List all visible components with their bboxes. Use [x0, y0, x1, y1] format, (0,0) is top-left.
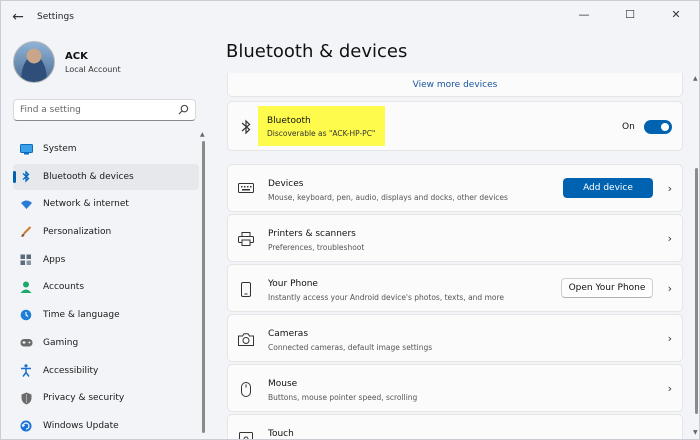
printers-scanners-row[interactable]: Printers & scanners Preferences, trouble… [227, 214, 683, 262]
row-subtitle: Instantly access your Android device's p… [268, 293, 504, 302]
bluetooth-toggle[interactable] [644, 120, 672, 134]
monitor-icon [19, 142, 33, 156]
bluetooth-title: Bluetooth [267, 116, 311, 126]
update-icon [19, 419, 33, 433]
person-icon [19, 280, 33, 294]
devices-row[interactable]: Devices Mouse, keyboard, pen, audio, dis… [227, 164, 683, 212]
close-icon[interactable]: ✕ [653, 1, 699, 27]
main-scroll-up-icon[interactable]: ▲ [693, 75, 698, 82]
row-title: Your Phone [268, 279, 318, 289]
row-subtitle: Mouse, keyboard, pen, audio, displays an… [268, 193, 508, 202]
minimize-icon[interactable]: — [561, 1, 607, 27]
search-input[interactable] [20, 105, 177, 115]
maximize-icon[interactable]: ☐ [607, 1, 653, 27]
row-title: Printers & scanners [268, 229, 356, 239]
row-subtitle: Buttons, mouse pointer speed, scrolling [268, 393, 418, 402]
back-arrow-icon[interactable]: ← [3, 1, 33, 33]
main-content: Bluetooth & devices View more devices Bl… [211, 33, 699, 439]
touch-row[interactable]: Touch [227, 414, 683, 439]
chevron-right-icon: › [667, 282, 672, 295]
title-bar: ← Settings — ☐ ✕ [1, 1, 699, 33]
window-controls: — ☐ ✕ [561, 1, 699, 27]
your-phone-row[interactable]: Your Phone Instantly access your Android… [227, 264, 683, 312]
sidebar-item-time-language[interactable]: Time & language [13, 302, 199, 328]
highlight-box [258, 106, 385, 146]
user-profile[interactable]: ACK Local Account [13, 41, 121, 83]
accessibility-icon [19, 364, 33, 378]
brush-icon [19, 225, 33, 239]
open-your-phone-button[interactable]: Open Your Phone [561, 278, 653, 298]
sidebar-scroll-up-icon[interactable]: ▲ [200, 131, 205, 138]
bluetooth-discoverable-text: Discoverable as "ACK-HP-PC" [267, 129, 376, 138]
sidebar-item-label: Bluetooth & devices [43, 171, 134, 182]
sidebar-item-bluetooth-devices[interactable]: Bluetooth & devices [13, 163, 199, 190]
search-box[interactable] [13, 99, 196, 121]
view-more-devices-link[interactable]: View more devices [413, 80, 498, 90]
mouse-row[interactable]: Mouse Buttons, mouse pointer speed, scro… [227, 364, 683, 412]
page-title: Bluetooth & devices [226, 41, 408, 62]
gamepad-icon [19, 336, 33, 350]
profile-name: ACK [65, 50, 88, 62]
search-icon[interactable] [177, 104, 189, 116]
sidebar-item-label: Privacy & security [43, 393, 125, 404]
avatar [13, 41, 55, 83]
row-title: Devices [268, 179, 304, 189]
row-subtitle: Preferences, troubleshoot [268, 243, 365, 252]
row-title: Cameras [268, 329, 309, 339]
view-more-devices-card: View more devices [227, 73, 683, 97]
keyboard-device-icon [238, 181, 254, 197]
sidebar-item-privacy-security[interactable]: Privacy & security [13, 385, 199, 411]
sidebar-item-personalization[interactable]: Personalization [13, 219, 199, 245]
wifi-icon [19, 197, 33, 211]
sidebar-item-label: Personalization [43, 227, 112, 238]
row-title: Touch [268, 429, 294, 439]
sidebar-item-accounts[interactable]: Accounts [13, 274, 199, 300]
chevron-right-icon: › [667, 232, 672, 245]
profile-account-type: Local Account [65, 64, 121, 74]
shield-icon [19, 391, 33, 405]
bluetooth-icon [240, 118, 254, 136]
sidebar-item-system[interactable]: System [13, 136, 199, 162]
sidebar-item-label: Accessibility [43, 365, 99, 376]
row-title: Mouse [268, 379, 298, 389]
cameras-row[interactable]: Cameras Connected cameras, default image… [227, 314, 683, 362]
apps-icon [19, 253, 33, 267]
sidebar-item-label: Accounts [43, 282, 85, 293]
sidebar-item-gaming[interactable]: Gaming [13, 330, 199, 356]
sidebar-item-apps[interactable]: Apps [13, 247, 199, 273]
chevron-right-icon: › [667, 382, 672, 395]
chevron-right-icon: › [667, 332, 672, 345]
sidebar-item-label: Windows Update [43, 420, 119, 431]
bluetooth-icon [19, 170, 33, 184]
settings-window: ← Settings — ☐ ✕ ACK Local Account Find … [0, 0, 700, 440]
add-device-button[interactable]: Add device [563, 178, 653, 198]
sidebar-item-windows-update[interactable]: Windows Update [13, 413, 199, 439]
main-scroll-down-icon[interactable]: ▼ [693, 429, 698, 436]
toggle-knob [661, 123, 669, 131]
sidebar-item-label: Apps [43, 254, 66, 265]
camera-icon [238, 331, 254, 347]
sidebar-item-label: Time & language [43, 310, 120, 321]
sidebar-item-label: Gaming [43, 337, 79, 348]
phone-icon [238, 281, 254, 297]
bluetooth-status-label: On [622, 122, 635, 132]
sidebar-scrollbar[interactable] [202, 141, 205, 433]
row-subtitle: Connected cameras, default image setting… [268, 343, 433, 352]
bluetooth-card: Bluetooth Discoverable as "ACK-HP-PC" On [227, 101, 683, 151]
sidebar: ACK Local Account System Bluetooth & d [1, 33, 211, 439]
main-scrollbar[interactable] [695, 168, 698, 414]
touch-icon [238, 431, 254, 439]
chevron-right-icon: › [667, 182, 672, 195]
sidebar-item-accessibility[interactable]: Accessibility [13, 358, 199, 384]
sidebar-item-label: Network & internet [43, 199, 129, 210]
printer-icon [238, 231, 254, 247]
mouse-icon [238, 381, 254, 397]
app-title: Settings [37, 12, 74, 22]
sidebar-nav: System Bluetooth & devices Network & int… [13, 136, 199, 439]
globe-clock-icon [19, 308, 33, 322]
sidebar-item-network[interactable]: Network & internet [13, 191, 199, 217]
sidebar-item-label: System [43, 144, 77, 154]
